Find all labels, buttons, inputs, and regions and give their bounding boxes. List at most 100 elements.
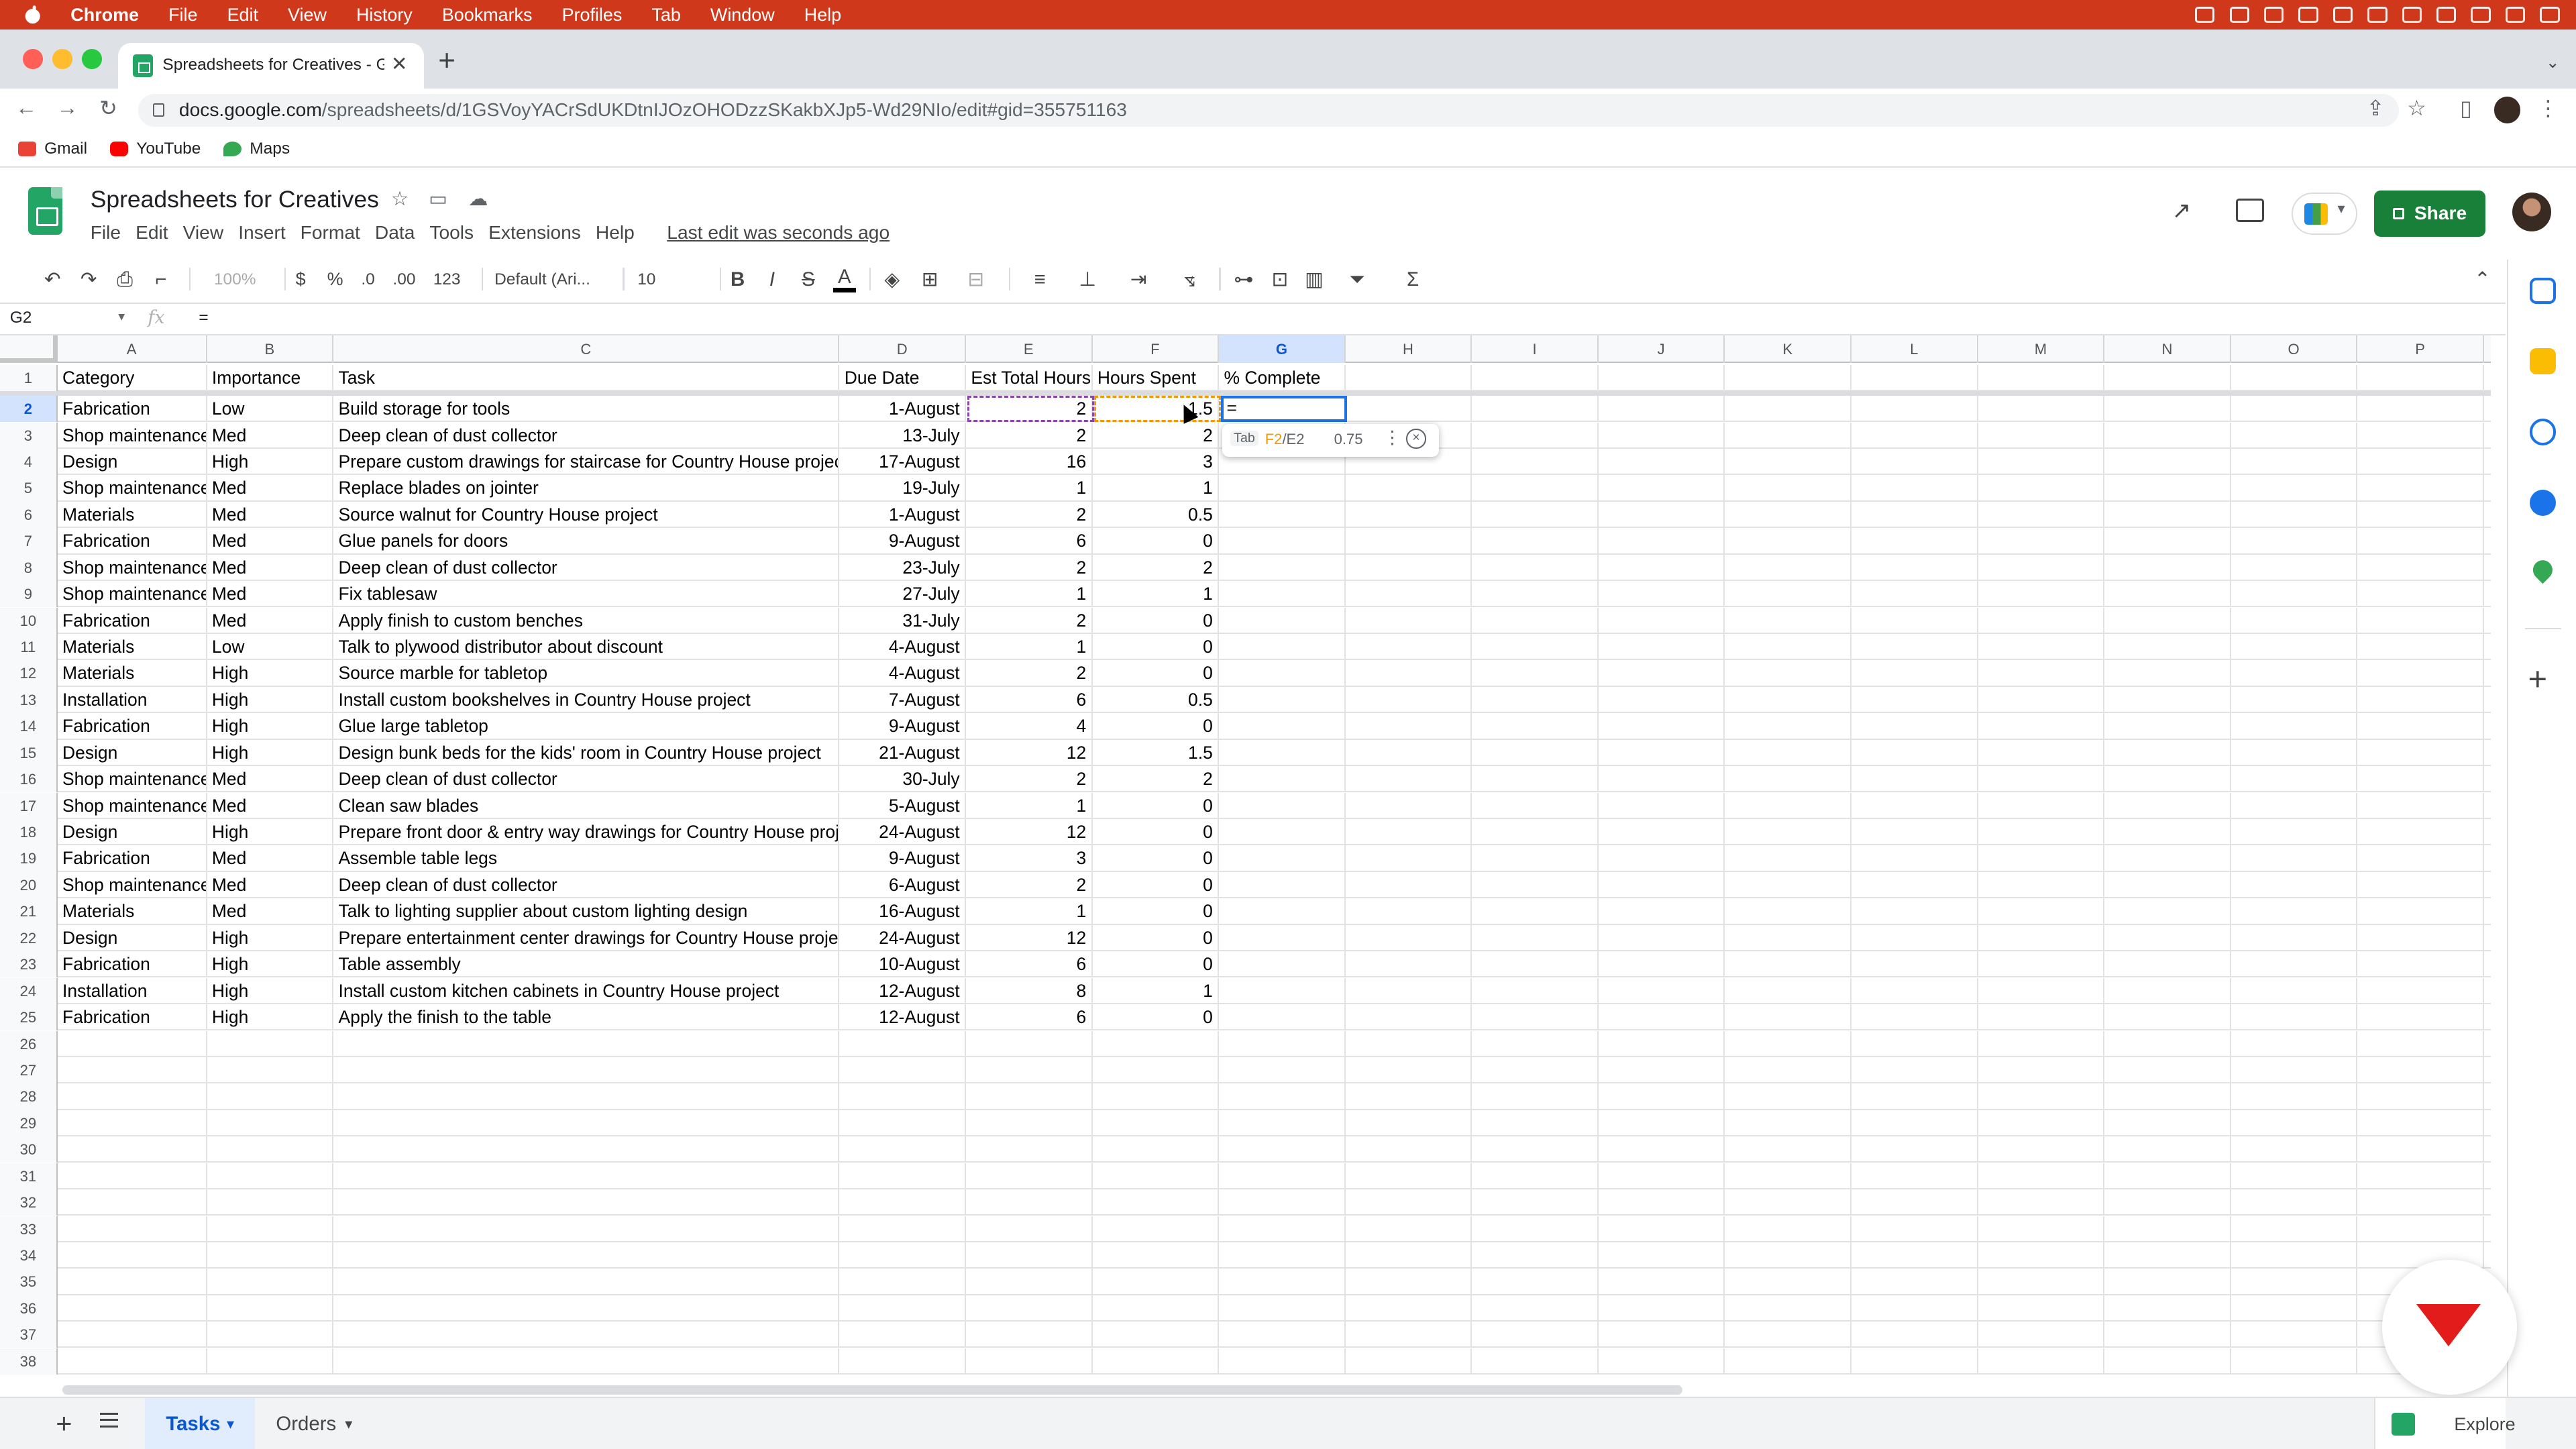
cell[interactable]: High <box>207 1004 334 1031</box>
explore-button[interactable]: Explore <box>2373 1397 2516 1449</box>
cell[interactable]: Installation <box>58 977 207 1004</box>
cell[interactable] <box>1219 1057 1346 1084</box>
menu-edit[interactable]: Edit <box>136 222 168 244</box>
cell[interactable] <box>2357 977 2484 1004</box>
cell[interactable] <box>1346 766 1472 793</box>
cell[interactable] <box>1599 1216 1725 1242</box>
cell[interactable] <box>2104 607 2231 634</box>
cell[interactable] <box>1851 898 1978 925</box>
redo-icon[interactable]: ↷ <box>77 266 100 292</box>
cell[interactable] <box>1472 660 1599 687</box>
cell[interactable] <box>839 1295 966 1322</box>
cell[interactable] <box>333 1030 840 1057</box>
last-edit-link[interactable]: Last edit was seconds ago <box>667 222 890 244</box>
back-icon[interactable]: ← <box>13 95 40 120</box>
cell[interactable] <box>333 1216 840 1242</box>
cell[interactable]: 12 <box>966 739 1093 766</box>
cell[interactable] <box>1599 766 1725 793</box>
cell[interactable]: High <box>207 660 334 687</box>
cell[interactable]: Design <box>58 819 207 846</box>
cell[interactable] <box>1472 1110 1599 1136</box>
row-header[interactable]: 12 <box>0 660 58 687</box>
cell[interactable] <box>966 1242 1093 1269</box>
cell[interactable] <box>1851 364 1978 391</box>
account-avatar[interactable] <box>2512 192 2552 232</box>
cell[interactable]: Shop maintenance <box>58 581 207 608</box>
cell[interactable] <box>1472 951 1599 978</box>
all-sheets-icon[interactable] <box>100 1412 119 1428</box>
cell[interactable] <box>1472 634 1599 661</box>
cell[interactable] <box>2357 634 2484 661</box>
row-header[interactable]: 1 <box>0 364 58 391</box>
header-cell[interactable]: Category <box>58 364 207 391</box>
cell[interactable] <box>966 1030 1093 1057</box>
document-title[interactable]: Spreadsheets for Creatives <box>91 186 379 213</box>
cell[interactable] <box>2357 660 2484 687</box>
cell[interactable]: Deep clean of dust collector <box>333 766 840 793</box>
strikethrough-button[interactable]: S <box>797 266 820 292</box>
cell[interactable] <box>1472 1057 1599 1084</box>
cell[interactable] <box>2104 1083 2231 1110</box>
cell[interactable] <box>1346 739 1472 766</box>
cell[interactable]: Apply the finish to the table <box>333 1004 840 1031</box>
cell[interactable] <box>2104 1004 2231 1031</box>
cell[interactable]: Glue large tabletop <box>333 713 840 740</box>
row-header[interactable]: 16 <box>0 766 58 793</box>
cell[interactable]: Design <box>58 739 207 766</box>
cell[interactable] <box>2231 364 2358 391</box>
row-header[interactable]: 4 <box>0 449 58 476</box>
merge-cells-icon[interactable]: ⊟ <box>956 266 996 292</box>
cell[interactable] <box>839 1136 966 1163</box>
cell[interactable] <box>1599 977 1725 1004</box>
cell[interactable] <box>1093 1295 1220 1322</box>
cell[interactable]: Fabrication <box>58 396 207 423</box>
cell[interactable]: High <box>207 713 334 740</box>
cell[interactable]: 24-August <box>839 819 966 846</box>
row-header[interactable]: 10 <box>0 607 58 634</box>
wifi-icon[interactable] <box>2402 6 2422 23</box>
cell[interactable] <box>1978 845 2105 872</box>
cell[interactable] <box>2231 660 2358 687</box>
cell[interactable] <box>1219 686 1346 714</box>
cell[interactable]: Design bunk beds for the kids' room in C… <box>333 739 840 766</box>
cell[interactable] <box>2357 713 2484 740</box>
row-header[interactable]: 3 <box>0 422 58 449</box>
cell[interactable] <box>1851 1163 1978 1189</box>
cell[interactable] <box>1219 475 1346 502</box>
cell[interactable] <box>1725 1242 1851 1269</box>
cell[interactable] <box>1851 871 1978 899</box>
mac-menu-item[interactable]: Profiles <box>562 0 623 30</box>
cell[interactable] <box>1346 1295 1472 1322</box>
cell[interactable] <box>1346 1136 1472 1163</box>
cell[interactable] <box>2104 1348 2231 1375</box>
cell[interactable] <box>2104 792 2231 819</box>
mac-menu-item[interactable]: History <box>356 0 413 30</box>
cell[interactable] <box>1725 422 1851 449</box>
cell[interactable] <box>1851 1269 1978 1295</box>
cell[interactable] <box>839 1110 966 1136</box>
cell[interactable] <box>1599 1189 1725 1216</box>
display-icon[interactable] <box>2298 6 2318 23</box>
column-header[interactable]: C <box>333 335 840 364</box>
undo-icon[interactable]: ↶ <box>41 266 64 292</box>
cell[interactable]: 1-August <box>839 501 966 529</box>
cell[interactable] <box>2357 607 2484 634</box>
cell[interactable] <box>1346 1163 1472 1189</box>
cell[interactable] <box>1851 1348 1978 1375</box>
cell[interactable] <box>1219 792 1346 819</box>
cell[interactable]: 24-August <box>839 924 966 951</box>
comments-icon[interactable] <box>2236 199 2264 222</box>
cell[interactable] <box>1093 1136 1220 1163</box>
row-header[interactable]: 5 <box>0 475 58 502</box>
cell[interactable] <box>2231 713 2358 740</box>
row-header[interactable]: 23 <box>0 951 58 978</box>
cell[interactable] <box>2357 951 2484 978</box>
sheets-logo-icon[interactable] <box>28 187 63 235</box>
cell[interactable] <box>1472 1083 1599 1110</box>
cell[interactable]: 1 <box>966 475 1093 502</box>
new-tab-button[interactable]: + <box>434 43 460 79</box>
cell[interactable] <box>58 1083 207 1110</box>
cell[interactable] <box>2357 819 2484 846</box>
menu-tools[interactable]: Tools <box>429 222 474 244</box>
cell[interactable]: Shop maintenance <box>58 422 207 449</box>
